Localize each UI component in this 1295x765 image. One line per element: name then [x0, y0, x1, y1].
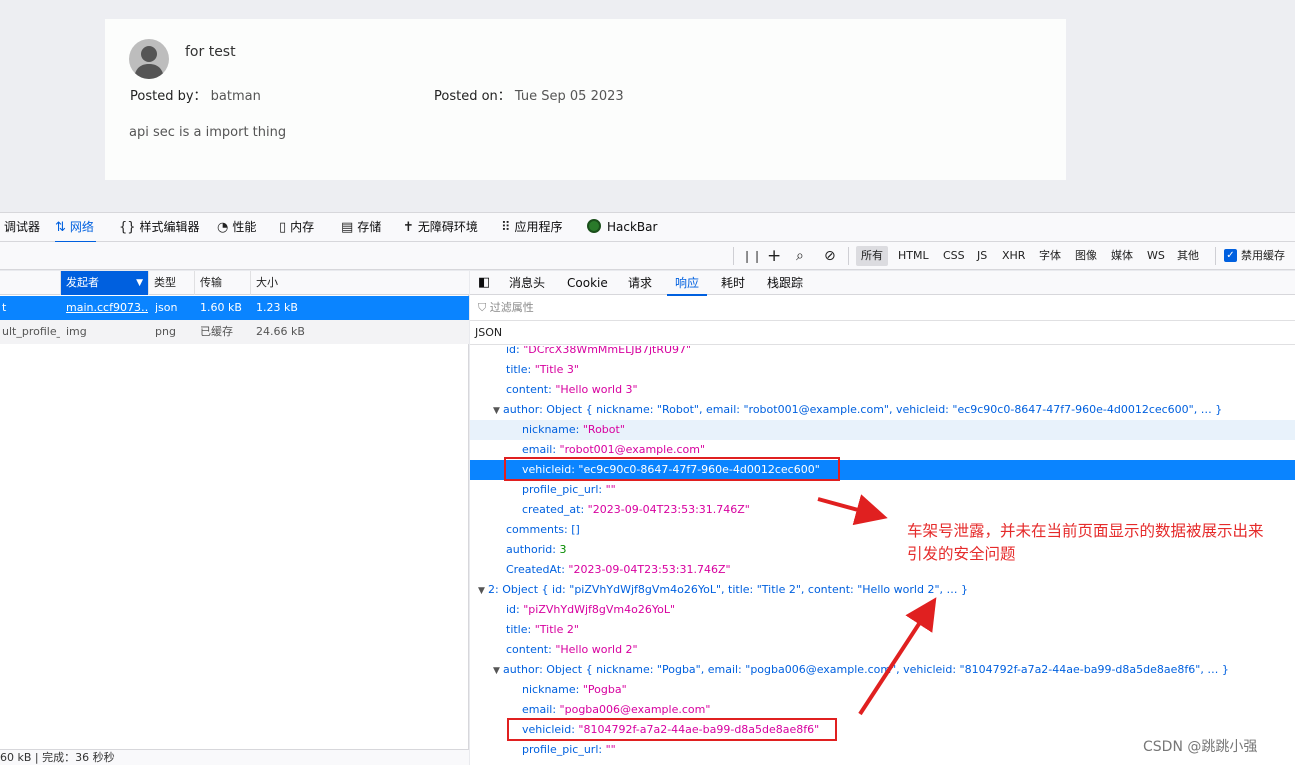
watermark: CSDN @跳跳小强: [1143, 739, 1258, 755]
arrow-up: [858, 597, 937, 716]
annotation-arrows: [817, 494, 937, 716]
arrow-right: [817, 494, 888, 526]
annotation-text: 车架号泄露，并未在当前页面显示的数据被展示出来引发的安全问题: [907, 522, 1264, 563]
